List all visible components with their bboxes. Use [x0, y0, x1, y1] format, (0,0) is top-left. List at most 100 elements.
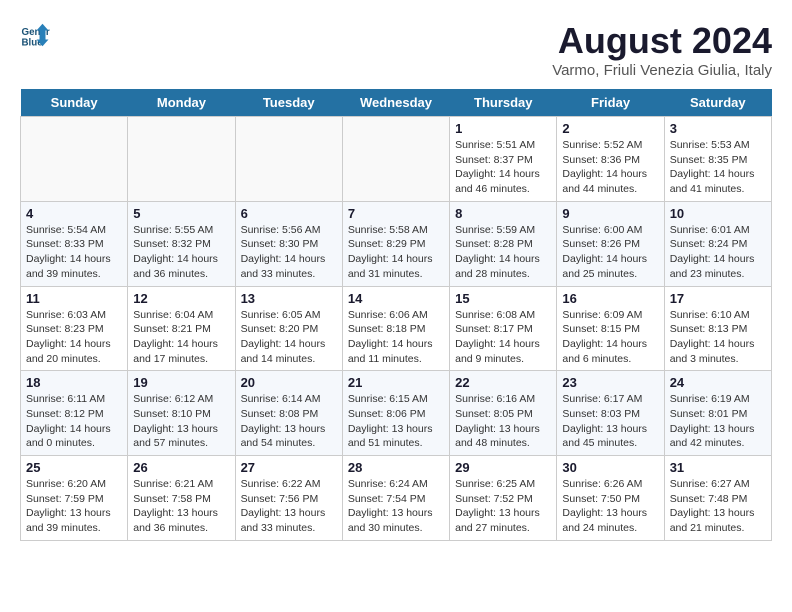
- page-header: General Blue August 2024 Varmo, Friuli V…: [20, 20, 772, 79]
- day-number: 8: [455, 206, 551, 221]
- day-info: Sunrise: 6:27 AM Sunset: 7:48 PM Dayligh…: [670, 477, 766, 536]
- day-number: 30: [562, 460, 658, 475]
- day-info: Sunrise: 6:25 AM Sunset: 7:52 PM Dayligh…: [455, 477, 551, 536]
- calendar-cell: 1 Sunrise: 5:51 AM Sunset: 8:37 PM Daylig…: [450, 117, 557, 202]
- calendar-cell: 20Sunrise: 6:14 AM Sunset: 8:08 PM Dayli…: [235, 371, 342, 456]
- day-number: 29: [455, 460, 551, 475]
- calendar-cell: [21, 117, 128, 202]
- day-of-week-header: Friday: [557, 89, 664, 117]
- day-info: Sunrise: 6:24 AM Sunset: 7:54 PM Dayligh…: [348, 477, 444, 536]
- day-of-week-header: Saturday: [664, 89, 771, 117]
- day-number: 25: [26, 460, 122, 475]
- calendar-cell: 4Sunrise: 5:54 AM Sunset: 8:33 PM Daylig…: [21, 201, 128, 286]
- calendar-cell: 25Sunrise: 6:20 AM Sunset: 7:59 PM Dayli…: [21, 456, 128, 541]
- calendar-cell: 11 Sunrise: 6:03 AM Sunset: 8:23 PM Dayli…: [21, 286, 128, 371]
- day-info: Sunrise: 6:17 AM Sunset: 8:03 PM Dayligh…: [562, 392, 658, 451]
- day-number: 13: [241, 291, 337, 306]
- calendar-week-row: 11 Sunrise: 6:03 AM Sunset: 8:23 PM Dayli…: [21, 286, 772, 371]
- calendar-table: SundayMondayTuesdayWednesdayThursdayFrid…: [20, 89, 772, 541]
- calendar-cell: [235, 117, 342, 202]
- calendar-cell: 9 Sunrise: 6:00 AM Sunset: 8:26 PM Daylig…: [557, 201, 664, 286]
- calendar-header-row: SundayMondayTuesdayWednesdayThursdayFrid…: [21, 89, 772, 117]
- day-info: Sunrise: 6:06 AM Sunset: 8:18 PM Dayligh…: [348, 308, 444, 367]
- calendar-cell: 14Sunrise: 6:06 AM Sunset: 8:18 PM Dayli…: [342, 286, 449, 371]
- calendar-cell: 26Sunrise: 6:21 AM Sunset: 7:58 PM Dayli…: [128, 456, 235, 541]
- calendar-cell: 22 Sunrise: 6:16 AM Sunset: 8:05 PM Dayli…: [450, 371, 557, 456]
- day-number: 15: [455, 291, 551, 306]
- calendar-cell: 27Sunrise: 6:22 AM Sunset: 7:56 PM Dayli…: [235, 456, 342, 541]
- calendar-cell: 28 Sunrise: 6:24 AM Sunset: 7:54 PM Dayli…: [342, 456, 449, 541]
- calendar-cell: 21 Sunrise: 6:15 AM Sunset: 8:06 PM Dayli…: [342, 371, 449, 456]
- day-number: 16: [562, 291, 658, 306]
- calendar-cell: [128, 117, 235, 202]
- day-of-week-header: Tuesday: [235, 89, 342, 117]
- calendar-cell: 8 Sunrise: 5:59 AM Sunset: 8:28 PM Daylig…: [450, 201, 557, 286]
- day-number: 24: [670, 375, 766, 390]
- day-of-week-header: Thursday: [450, 89, 557, 117]
- day-info: Sunrise: 5:51 AM Sunset: 8:37 PM Dayligh…: [455, 138, 551, 197]
- title-area: August 2024 Varmo, Friuli Venezia Giulia…: [552, 20, 772, 79]
- day-number: 6: [241, 206, 337, 221]
- day-info: Sunrise: 6:12 AM Sunset: 8:10 PM Dayligh…: [133, 392, 229, 451]
- day-info: Sunrise: 6:05 AM Sunset: 8:20 PM Dayligh…: [241, 308, 337, 367]
- day-info: Sunrise: 6:15 AM Sunset: 8:06 PM Dayligh…: [348, 392, 444, 451]
- calendar-cell: 29 Sunrise: 6:25 AM Sunset: 7:52 PM Dayli…: [450, 456, 557, 541]
- day-number: 23: [562, 375, 658, 390]
- day-of-week-header: Wednesday: [342, 89, 449, 117]
- day-number: 22: [455, 375, 551, 390]
- day-of-week-header: Monday: [128, 89, 235, 117]
- day-info: Sunrise: 6:14 AM Sunset: 8:08 PM Dayligh…: [241, 392, 337, 451]
- calendar-cell: 5 Sunrise: 5:55 AM Sunset: 8:32 PM Daylig…: [128, 201, 235, 286]
- calendar-cell: 2Sunrise: 5:52 AM Sunset: 8:36 PM Daylig…: [557, 117, 664, 202]
- day-info: Sunrise: 6:19 AM Sunset: 8:01 PM Dayligh…: [670, 392, 766, 451]
- calendar-cell: 17 Sunrise: 6:10 AM Sunset: 8:13 PM Dayli…: [664, 286, 771, 371]
- day-info: Sunrise: 6:00 AM Sunset: 8:26 PM Dayligh…: [562, 223, 658, 282]
- day-info: Sunrise: 6:09 AM Sunset: 8:15 PM Dayligh…: [562, 308, 658, 367]
- calendar-cell: 24 Sunrise: 6:19 AM Sunset: 8:01 PM Dayli…: [664, 371, 771, 456]
- day-number: 4: [26, 206, 122, 221]
- day-number: 3: [670, 121, 766, 136]
- calendar-cell: 19 Sunrise: 6:12 AM Sunset: 8:10 PM Dayli…: [128, 371, 235, 456]
- day-number: 10: [670, 206, 766, 221]
- day-info: Sunrise: 6:10 AM Sunset: 8:13 PM Dayligh…: [670, 308, 766, 367]
- logo: General Blue: [20, 20, 50, 50]
- day-number: 28: [348, 460, 444, 475]
- calendar-week-row: 4Sunrise: 5:54 AM Sunset: 8:33 PM Daylig…: [21, 201, 772, 286]
- calendar-cell: [342, 117, 449, 202]
- day-number: 17: [670, 291, 766, 306]
- day-info: Sunrise: 5:59 AM Sunset: 8:28 PM Dayligh…: [455, 223, 551, 282]
- day-info: Sunrise: 6:11 AM Sunset: 8:12 PM Dayligh…: [26, 392, 122, 451]
- day-info: Sunrise: 5:58 AM Sunset: 8:29 PM Dayligh…: [348, 223, 444, 282]
- day-number: 27: [241, 460, 337, 475]
- day-info: Sunrise: 6:01 AM Sunset: 8:24 PM Dayligh…: [670, 223, 766, 282]
- day-number: 1: [455, 121, 551, 136]
- calendar-cell: 18Sunrise: 6:11 AM Sunset: 8:12 PM Dayli…: [21, 371, 128, 456]
- day-info: Sunrise: 6:16 AM Sunset: 8:05 PM Dayligh…: [455, 392, 551, 451]
- day-info: Sunrise: 5:55 AM Sunset: 8:32 PM Dayligh…: [133, 223, 229, 282]
- calendar-cell: 30Sunrise: 6:26 AM Sunset: 7:50 PM Dayli…: [557, 456, 664, 541]
- calendar-cell: 3 Sunrise: 5:53 AM Sunset: 8:35 PM Daylig…: [664, 117, 771, 202]
- calendar-cell: 6Sunrise: 5:56 AM Sunset: 8:30 PM Daylig…: [235, 201, 342, 286]
- day-number: 2: [562, 121, 658, 136]
- day-info: Sunrise: 5:53 AM Sunset: 8:35 PM Dayligh…: [670, 138, 766, 197]
- day-number: 26: [133, 460, 229, 475]
- day-number: 11: [26, 291, 122, 306]
- day-number: 12: [133, 291, 229, 306]
- calendar-cell: 16 Sunrise: 6:09 AM Sunset: 8:15 PM Dayli…: [557, 286, 664, 371]
- day-info: Sunrise: 6:04 AM Sunset: 8:21 PM Dayligh…: [133, 308, 229, 367]
- day-number: 19: [133, 375, 229, 390]
- location-subtitle: Varmo, Friuli Venezia Giulia, Italy: [552, 62, 772, 79]
- day-number: 21: [348, 375, 444, 390]
- day-number: 31: [670, 460, 766, 475]
- calendar-cell: 15 Sunrise: 6:08 AM Sunset: 8:17 PM Dayli…: [450, 286, 557, 371]
- calendar-cell: 12 Sunrise: 6:04 AM Sunset: 8:21 PM Dayli…: [128, 286, 235, 371]
- month-year-title: August 2024: [552, 20, 772, 62]
- calendar-week-row: 1 Sunrise: 5:51 AM Sunset: 8:37 PM Daylig…: [21, 117, 772, 202]
- day-info: Sunrise: 6:03 AM Sunset: 8:23 PM Dayligh…: [26, 308, 122, 367]
- day-of-week-header: Sunday: [21, 89, 128, 117]
- day-number: 5: [133, 206, 229, 221]
- day-number: 9: [562, 206, 658, 221]
- calendar-cell: 13 Sunrise: 6:05 AM Sunset: 8:20 PM Dayli…: [235, 286, 342, 371]
- day-number: 7: [348, 206, 444, 221]
- day-info: Sunrise: 6:08 AM Sunset: 8:17 PM Dayligh…: [455, 308, 551, 367]
